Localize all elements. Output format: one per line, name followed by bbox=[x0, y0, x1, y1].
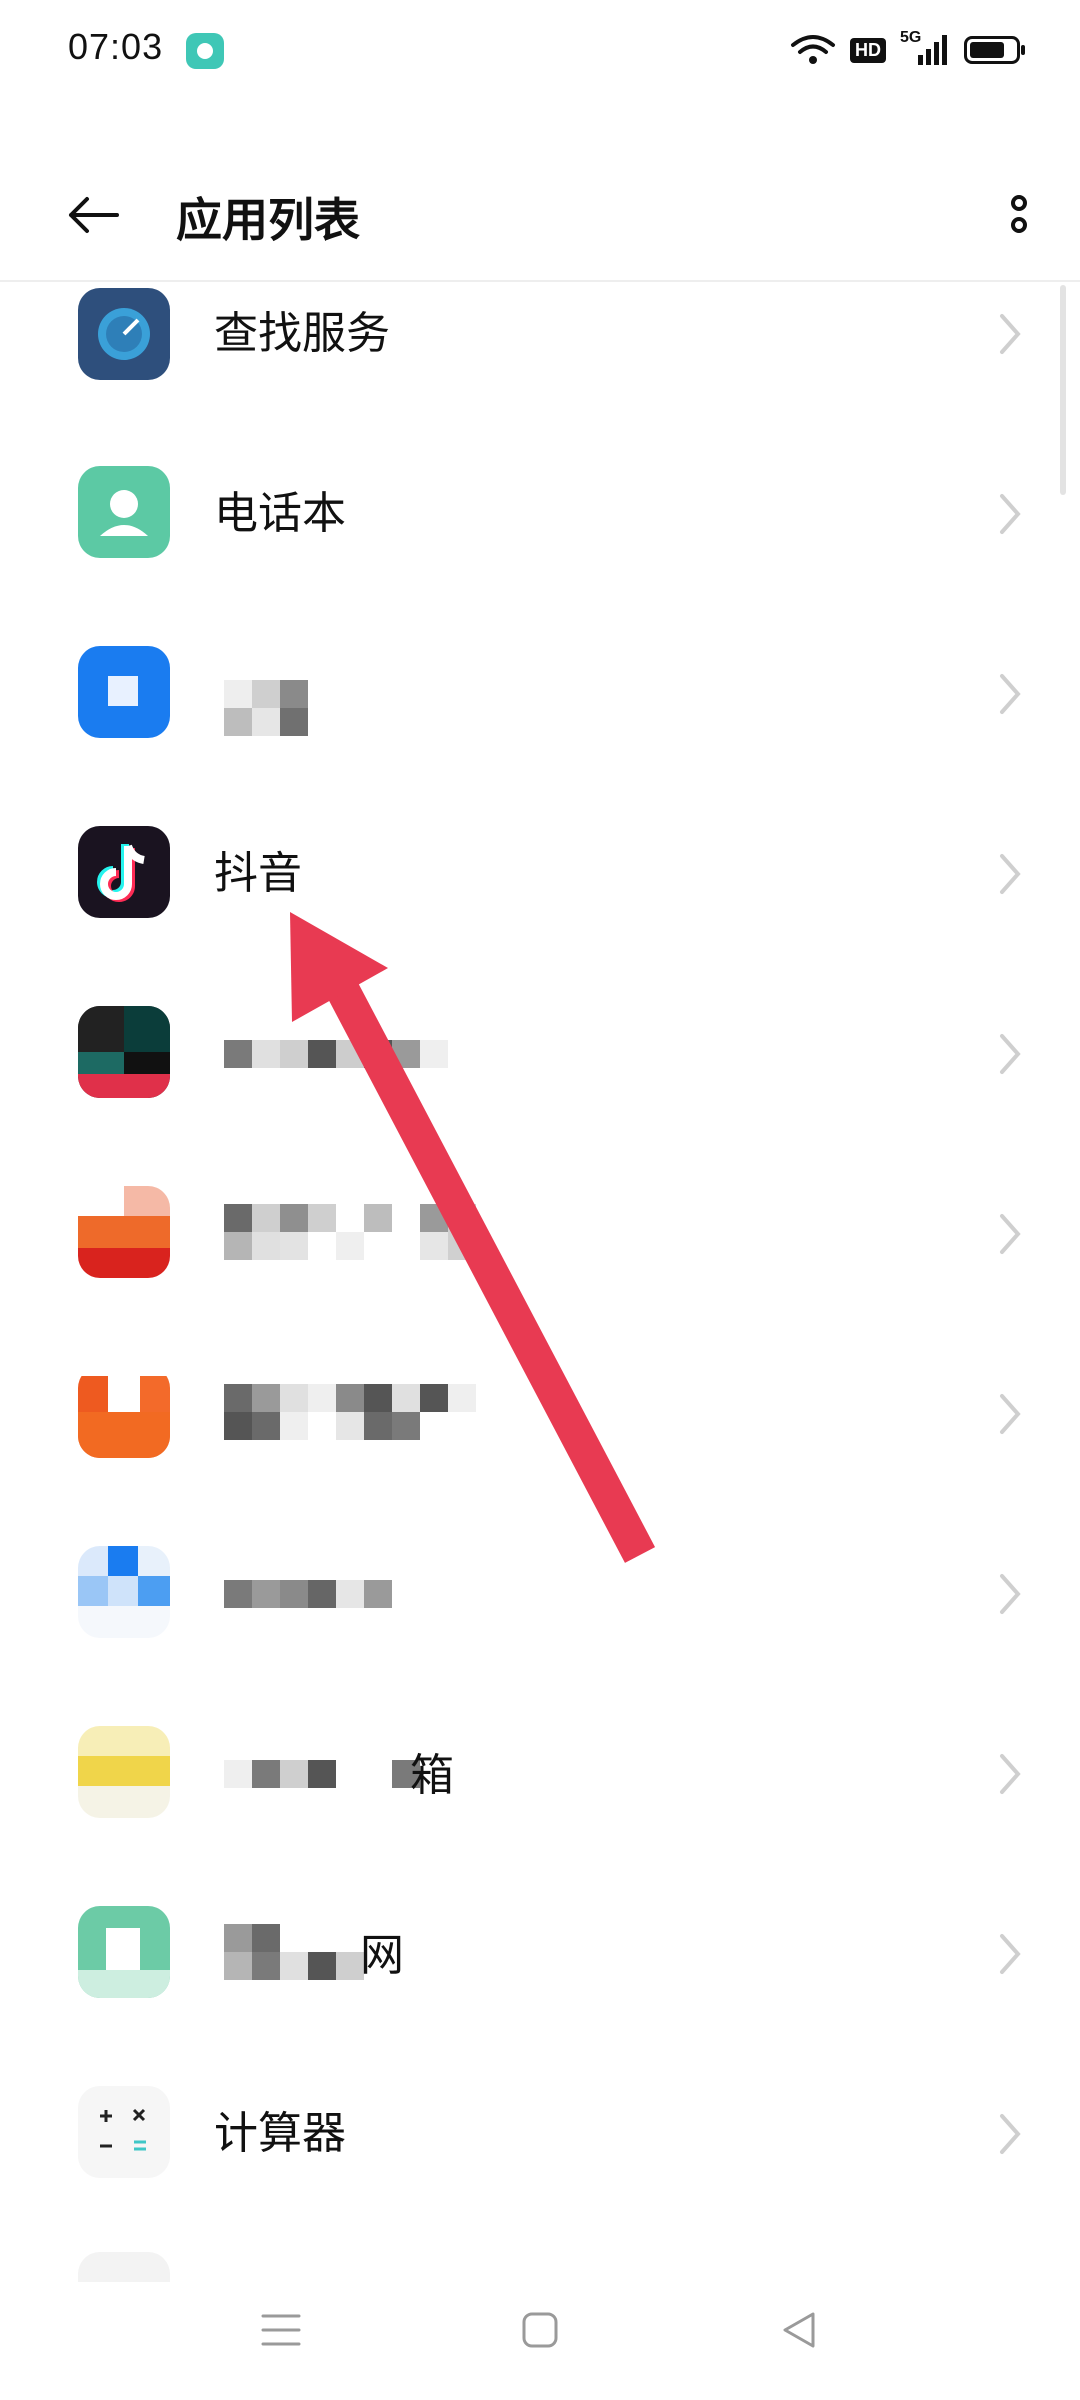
calculator-icon bbox=[78, 2086, 170, 2178]
status-bar: 07:03 HD 5G bbox=[0, 0, 1080, 100]
chevron-right-icon bbox=[990, 2104, 1030, 2164]
hd-icon: HD bbox=[850, 33, 886, 67]
blurred-app-label bbox=[224, 1384, 524, 1440]
list-item-douyin[interactable]: 抖音 bbox=[0, 782, 1080, 962]
blurred-app-icon bbox=[78, 1726, 170, 1818]
signal-5g-icon: 5G bbox=[900, 29, 950, 67]
back-triangle-icon[interactable] bbox=[764, 2300, 834, 2360]
contacts-icon bbox=[78, 466, 170, 558]
page-title: 应用列表 bbox=[176, 193, 360, 247]
wifi-icon bbox=[790, 33, 836, 67]
chevron-right-icon bbox=[990, 1024, 1030, 1084]
list-item[interactable] bbox=[0, 1142, 1080, 1322]
blurred-app-label bbox=[224, 1924, 364, 1980]
chevron-right-icon bbox=[990, 1744, 1030, 1804]
more-vertical-icon[interactable] bbox=[984, 180, 1054, 250]
chevron-right-icon bbox=[990, 664, 1030, 724]
list-item[interactable]: 网 bbox=[0, 1862, 1080, 2042]
status-icons: HD 5G bbox=[790, 29, 1025, 70]
blurred-app-icon bbox=[78, 1186, 170, 1278]
status-time: 07:03 bbox=[68, 26, 164, 67]
blurred-app-label bbox=[224, 1204, 524, 1260]
app-label: 抖音 bbox=[214, 848, 302, 899]
blurred-app-label bbox=[224, 1580, 404, 1608]
blurred-app-label bbox=[224, 680, 314, 736]
list-item[interactable]: 计算器 bbox=[0, 2042, 1080, 2222]
find-service-icon bbox=[78, 288, 170, 380]
chevron-right-icon bbox=[990, 1204, 1030, 1264]
app-bar: 应用列表 bbox=[0, 150, 1080, 280]
list-item[interactable] bbox=[0, 1502, 1080, 1682]
list-item[interactable] bbox=[0, 1322, 1080, 1502]
back-arrow-icon[interactable] bbox=[58, 180, 128, 250]
home-icon[interactable] bbox=[505, 2300, 575, 2360]
chevron-right-icon bbox=[990, 1924, 1030, 1984]
blurred-app-icon bbox=[78, 1906, 170, 1998]
chevron-right-icon bbox=[990, 844, 1030, 904]
list-item[interactable]: 查找服务 bbox=[0, 282, 1080, 422]
app-label: 计算器 bbox=[214, 2108, 346, 2159]
list-item[interactable]: 电话本 bbox=[0, 422, 1080, 602]
blurred-app-icon bbox=[78, 1006, 170, 1098]
app-label: 查找服务 bbox=[214, 308, 390, 359]
app-list: 查找服务 电话本 抖音 箱 网 计算器 bbox=[0, 282, 1080, 2282]
blurred-app-icon bbox=[78, 1366, 170, 1458]
chevron-right-icon bbox=[990, 484, 1030, 544]
app-label: 网 bbox=[360, 1930, 404, 1981]
chevron-right-icon bbox=[990, 304, 1030, 364]
list-item[interactable] bbox=[0, 602, 1080, 782]
chevron-right-icon bbox=[990, 1384, 1030, 1444]
douyin-icon bbox=[78, 826, 170, 918]
blurred-app-label bbox=[224, 1760, 424, 1788]
battery-icon bbox=[964, 33, 1025, 67]
menu-icon[interactable] bbox=[246, 2300, 316, 2360]
list-item[interactable]: 箱 bbox=[0, 1682, 1080, 1862]
chevron-right-icon bbox=[990, 1564, 1030, 1624]
app-label: 电话本 bbox=[214, 488, 346, 539]
scrollbar[interactable] bbox=[1060, 285, 1066, 495]
list-item[interactable] bbox=[0, 962, 1080, 1142]
app-label: 箱 bbox=[410, 1750, 454, 1801]
blurred-app-icon bbox=[78, 1546, 170, 1638]
notification-app-icon bbox=[186, 33, 224, 69]
blurred-app-label bbox=[224, 1040, 464, 1068]
navigation-bar bbox=[0, 2260, 1080, 2400]
blurred-app-icon bbox=[78, 646, 170, 738]
